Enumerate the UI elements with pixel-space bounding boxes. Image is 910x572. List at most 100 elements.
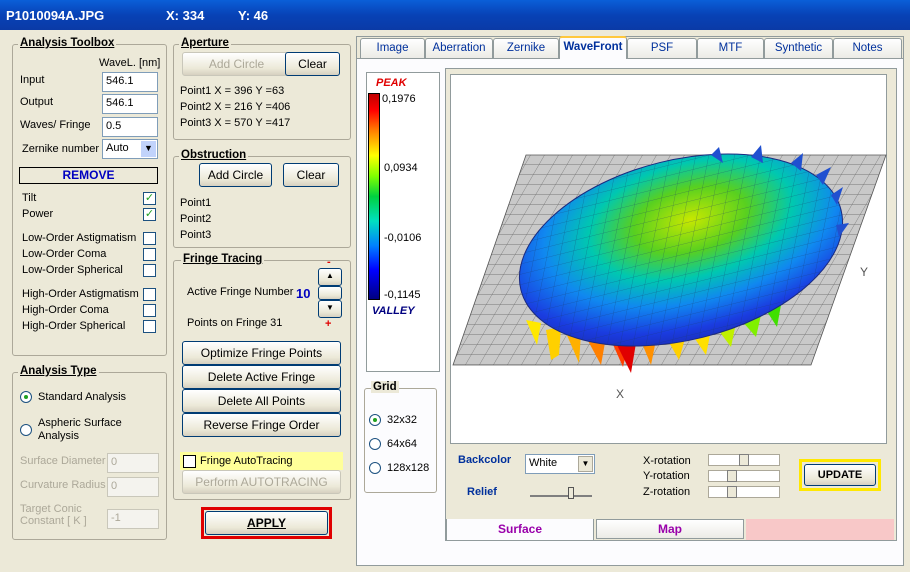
backcolor-value: White [529,457,558,469]
low-spherical-checkbox[interactable] [143,264,156,277]
delete-active-fringe-button[interactable]: Delete Active Fringe [182,365,341,389]
peak-label: PEAK [376,77,407,89]
waves-fringe-field[interactable]: 0.5 [102,117,158,137]
aspheric-label-1: Aspheric Surface [38,417,122,429]
optimize-fringe-points-button[interactable]: Optimize Fringe Points [182,341,341,365]
relief-label: Relief [467,486,497,498]
surface-diameter-label: Surface Diameter [20,455,106,467]
fringe-autotracing-label: Fringe AutoTracing [200,455,293,467]
z-rotation-label: Z-rotation [643,486,691,498]
x-axis-label: X [616,387,625,401]
grid-64-radio[interactable] [369,438,381,450]
input-wavelength-field[interactable]: 546.1 [102,72,158,92]
apply-button[interactable]: APPLY [205,511,328,535]
output-wavelength-field[interactable]: 546.1 [102,94,158,114]
perform-autotracing-button[interactable]: Perform AUTOTRACING [182,470,341,494]
term-label: Low-Order Coma [22,248,107,260]
reverse-fringe-order-button[interactable]: Reverse Fringe Order [182,413,341,437]
tab-aberration[interactable]: Aberration [425,38,493,58]
color-scale-bar [368,93,380,300]
x-rotation-thumb[interactable] [739,454,749,466]
tab-mtf[interactable]: MTF [697,38,764,58]
relief-slider[interactable] [530,487,592,499]
z-rotation-thumb[interactable] [727,486,737,498]
map-tab[interactable]: Map [596,519,744,539]
wavefront-3d-plot[interactable]: X Y [450,74,887,444]
obstruction-clear-button[interactable]: Clear [283,163,339,187]
y-rotation-thumb[interactable] [727,470,737,482]
zernike-number-value: Auto [106,142,129,154]
low-coma-checkbox[interactable] [143,248,156,261]
term-label: Tilt [22,192,37,204]
empty-tab-area [746,519,894,540]
obstruction-add-circle-button[interactable]: Add Circle [199,163,272,187]
term-label: Low-Order Astigmatism [22,232,137,244]
surface-tab[interactable]: Surface [446,519,594,541]
aperture-add-circle-button[interactable]: Add Circle [182,52,291,76]
relief-slider-thumb[interactable] [568,487,574,499]
fringe-down-button[interactable]: ▼ [318,300,342,318]
scale-value-4: -0,1145 [384,289,421,301]
tab-synthetic[interactable]: Synthetic [764,38,833,58]
z-rotation-slider[interactable] [708,486,780,498]
curvature-radius-label: Curvature Radius [20,479,106,491]
fringe-up-button[interactable]: ▲ [318,268,342,286]
scale-value-1: 0,1976 [382,93,416,105]
grid-32-label: 32x32 [387,414,417,426]
fringe-middle-button[interactable] [318,286,342,300]
remove-button[interactable]: REMOVE [19,167,158,184]
grid-32-radio[interactable] [369,414,381,426]
grid-128-radio[interactable] [369,462,381,474]
obstruction-point1: Point1 [180,197,212,209]
high-coma-checkbox[interactable] [143,304,156,317]
cursor-y: Y: 46 [238,8,269,23]
analysis-toolbox-title: Analysis Toolbox [18,37,117,49]
aperture-clear-button[interactable]: Clear [285,52,340,76]
chevron-down-icon: ▼ [141,141,156,157]
low-astigmatism-checkbox[interactable] [143,232,156,245]
fringe-minus-label: - [327,256,331,268]
target-conic-field[interactable]: -1 [107,509,159,529]
aspheric-label-2: Analysis [38,430,79,442]
tab-notes[interactable]: Notes [833,38,902,58]
tab-zernike[interactable]: Zernike [493,38,559,58]
update-button[interactable]: UPDATE [804,464,876,486]
fringe-plus-label: + [325,318,332,330]
active-fringe-value: 10 [296,286,311,301]
term-label: Power [22,208,54,220]
tilt-checkbox[interactable]: ✓ [143,192,156,205]
surface-diameter-field[interactable]: 0 [107,453,159,473]
aperture-point1: Point1 X = 396 Y =63 [180,85,285,97]
aspheric-analysis-radio[interactable] [20,424,32,436]
arrow-up-icon: ▲ [326,271,334,280]
target-conic-label-2: Constant [ K ] [20,515,87,527]
surface-plot-svg [452,145,887,373]
standard-analysis-label: Standard Analysis [38,391,127,403]
high-spherical-checkbox[interactable] [143,320,156,333]
target-conic-label-1: Target Conic [20,503,82,515]
fringe-autotracing-checkbox[interactable] [183,455,196,468]
title-bar: P1010094A.JPG X: 334 Y: 46 [0,0,910,30]
x-rotation-slider[interactable] [708,454,780,466]
active-fringe-label: Active Fringe Number [187,286,294,298]
scale-value-3: -0,0106 [384,232,422,244]
power-checkbox[interactable]: ✓ [143,208,156,221]
x-rotation-label: X-rotation [643,455,691,467]
tab-wavefront[interactable]: WaveFront [559,36,627,59]
tab-image[interactable]: Image [360,38,425,58]
high-astigmatism-checkbox[interactable] [143,288,156,301]
standard-analysis-radio[interactable] [20,391,32,403]
delete-all-points-button[interactable]: Delete All Points [182,389,341,413]
output-label: Output [20,96,54,108]
term-label: High-Order Astigmatism [22,288,139,300]
file-name: P1010094A.JPG [6,8,105,23]
y-rotation-slider[interactable] [708,470,780,482]
zernike-number-select[interactable]: Auto ▼ [102,139,158,159]
backcolor-select[interactable]: White ▼ [525,454,595,474]
fringe-tracing-title: Fringe Tracing [181,253,265,265]
y-rotation-label: Y-rotation [643,470,690,482]
grid-128-label: 128x128 [387,462,430,474]
curvature-radius-field[interactable]: 0 [107,477,159,497]
tab-psf[interactable]: PSF [627,38,697,58]
wavelength-label: WaveL. [nm] [99,57,161,69]
